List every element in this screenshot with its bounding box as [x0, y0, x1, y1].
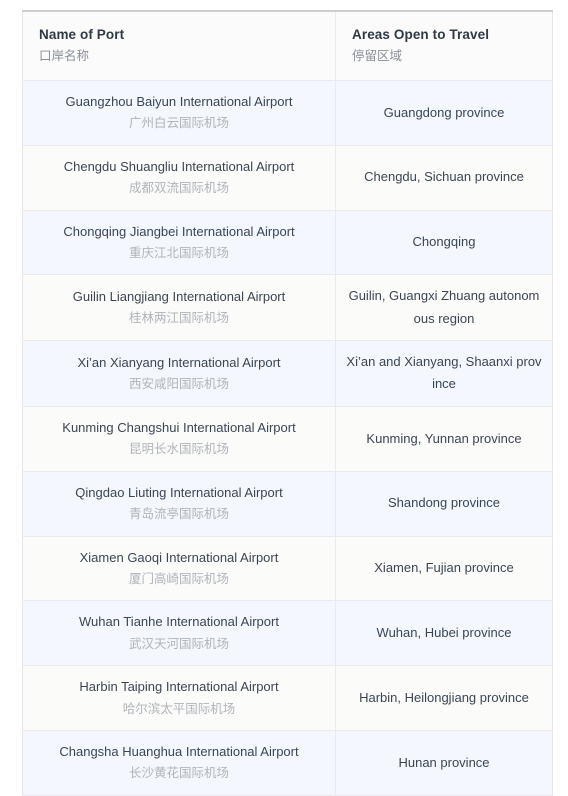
cell-areas-open-to-travel: Wuhan, Hubei province	[335, 600, 553, 667]
port-name-en: Changsha Huanghua International Airport	[59, 744, 299, 760]
port-name-en: Xiamen Gaoqi International Airport	[79, 549, 279, 565]
cell-areas-open-to-travel: Chengdu, Sichuan province	[335, 145, 553, 211]
table-row: Qingdao Liuting International Airport 青岛流…	[22, 471, 553, 537]
table-row: Guangzhou Baiyun International Airport 广州…	[22, 80, 553, 146]
table-header: Name of Port 口岸名称 Areas Open to Travel 停…	[22, 11, 553, 81]
cell-areas-open-to-travel: Guangdong province	[335, 80, 553, 146]
port-name-en: Harbin Taiping International Airport	[79, 679, 279, 695]
cell-areas-open-to-travel: Harbin, Heilongjiang province	[335, 665, 553, 732]
cell-port-name: Xiamen Gaoqi International Airport 厦门高崎国际…	[22, 536, 336, 602]
cell-areas-open-to-travel: Chongqing	[335, 210, 553, 276]
areas-open-to-travel-value: Wuhan, Hubei province	[376, 625, 512, 641]
port-name-en: Qingdao Liuting International Airport	[75, 484, 283, 500]
port-name-en: Chengdu Shuangliu International Airport	[63, 158, 295, 174]
cell-port-name: Changsha Huanghua International Airport 长…	[22, 730, 336, 796]
port-name-cn: 青岛流亭国际机场	[128, 507, 229, 522]
cell-areas-open-to-travel: Xi’an and Xianyang, Shaanxi province	[335, 340, 553, 407]
areas-open-to-travel-value: Xiamen, Fujian province	[374, 560, 514, 576]
port-name-cn: 桂林两江国际机场	[128, 311, 229, 326]
port-name-cn: 厦门高崎国际机场	[128, 571, 229, 586]
table-row: Xiamen Gaoqi International Airport 厦门高崎国际…	[22, 536, 553, 602]
port-name-cn: 长沙黄花国际机场	[128, 766, 229, 781]
column-header-name-of-port: Name of Port 口岸名称	[22, 11, 336, 81]
table-row: Xi’an Xianyang International Airport 西安咸阳…	[22, 340, 553, 407]
cell-port-name: Harbin Taiping International Airport 哈尔滨太…	[22, 665, 336, 732]
port-name-cn: 西安咸阳国际机场	[128, 376, 229, 391]
column-header-areas-open-to-travel: Areas Open to Travel 停留区域	[335, 11, 553, 81]
table-row: Harbin Taiping International Airport 哈尔滨太…	[22, 665, 553, 732]
port-name-cn: 广州白云国际机场	[128, 116, 229, 131]
table-header-row: Name of Port 口岸名称 Areas Open to Travel 停…	[22, 11, 553, 81]
cell-port-name: Xi’an Xianyang International Airport 西安咸阳…	[22, 340, 336, 407]
cell-areas-open-to-travel: Hunan province	[335, 730, 553, 796]
port-name-en: Wuhan Tianhe International Airport	[79, 614, 279, 630]
column-header-areas-open-to-travel-en: Areas Open to Travel	[352, 27, 490, 42]
cell-port-name: Guangzhou Baiyun International Airport 广州…	[22, 80, 336, 146]
column-header-name-of-port-cn: 口岸名称	[39, 48, 90, 63]
port-name-en: Guilin Liangjiang International Airport	[72, 288, 286, 304]
cell-port-name: Chengdu Shuangliu International Airport 成…	[22, 145, 336, 211]
port-name-en: Guangzhou Baiyun International Airport	[65, 93, 293, 109]
table-row: Wuhan Tianhe International Airport 武汉天河国际…	[22, 600, 553, 667]
port-name-cn: 成都双流国际机场	[128, 181, 229, 196]
cell-port-name: Kunming Changshui International Airport 昆…	[22, 406, 336, 472]
areas-open-to-travel-value: Kunming, Yunnan province	[366, 430, 522, 446]
areas-open-to-travel-value: Guangdong province	[383, 104, 505, 120]
cell-port-name: Chongqing Jiangbei International Airport…	[22, 210, 336, 276]
areas-open-to-travel-value: Shandong province	[387, 495, 501, 511]
port-name-cn: 武汉天河国际机场	[128, 636, 229, 651]
areas-open-to-travel-value: Harbin, Heilongjiang province	[359, 690, 529, 705]
cell-areas-open-to-travel: Shandong province	[335, 471, 553, 537]
areas-open-to-travel-value: Chengdu, Sichuan province	[364, 169, 524, 185]
port-table-container: Name of Port 口岸名称 Areas Open to Travel 停…	[22, 10, 553, 796]
table-row: Guilin Liangjiang International Airport 桂…	[22, 274, 553, 342]
port-name-en: Chongqing Jiangbei International Airport	[63, 223, 295, 239]
table-row: Changsha Huanghua International Airport 长…	[22, 730, 553, 796]
areas-open-to-travel-value: Chongqing	[412, 234, 476, 250]
cell-port-name: Qingdao Liuting International Airport 青岛流…	[22, 471, 336, 537]
table-body: Guangzhou Baiyun International Airport 广州…	[22, 80, 553, 796]
cell-port-name: Wuhan Tianhe International Airport 武汉天河国际…	[22, 600, 336, 667]
column-header-areas-open-to-travel-cn: 停留区域	[352, 48, 403, 63]
table-row: Chongqing Jiangbei International Airport…	[22, 210, 553, 276]
table-row: Chengdu Shuangliu International Airport 成…	[22, 145, 553, 211]
table-row: Kunming Changshui International Airport 昆…	[22, 406, 553, 472]
port-name-en: Xi’an Xianyang International Airport	[77, 354, 281, 370]
areas-open-to-travel-value: Guilin, Guangxi Zhuang autonomous region	[348, 288, 540, 326]
port-name-cn: 昆明长水国际机场	[128, 442, 229, 457]
cell-areas-open-to-travel: Kunming, Yunnan province	[335, 406, 553, 472]
areas-open-to-travel-value: Hunan province	[398, 754, 490, 770]
port-name-cn: 哈尔滨太平国际机场	[122, 701, 236, 716]
port-name-en: Kunming Changshui International Airport	[62, 419, 296, 435]
cell-areas-open-to-travel: Xiamen, Fujian province	[335, 536, 553, 602]
ports-open-to-travel-table: Name of Port 口岸名称 Areas Open to Travel 停…	[22, 10, 553, 796]
cell-areas-open-to-travel: Guilin, Guangxi Zhuang autonomous region	[335, 274, 553, 342]
cell-port-name: Guilin Liangjiang International Airport 桂…	[22, 274, 336, 342]
port-name-cn: 重庆江北国际机场	[128, 245, 229, 260]
column-header-name-of-port-en: Name of Port	[39, 27, 125, 42]
areas-open-to-travel-value: Xi’an and Xianyang, Shaanxi province	[346, 354, 542, 392]
